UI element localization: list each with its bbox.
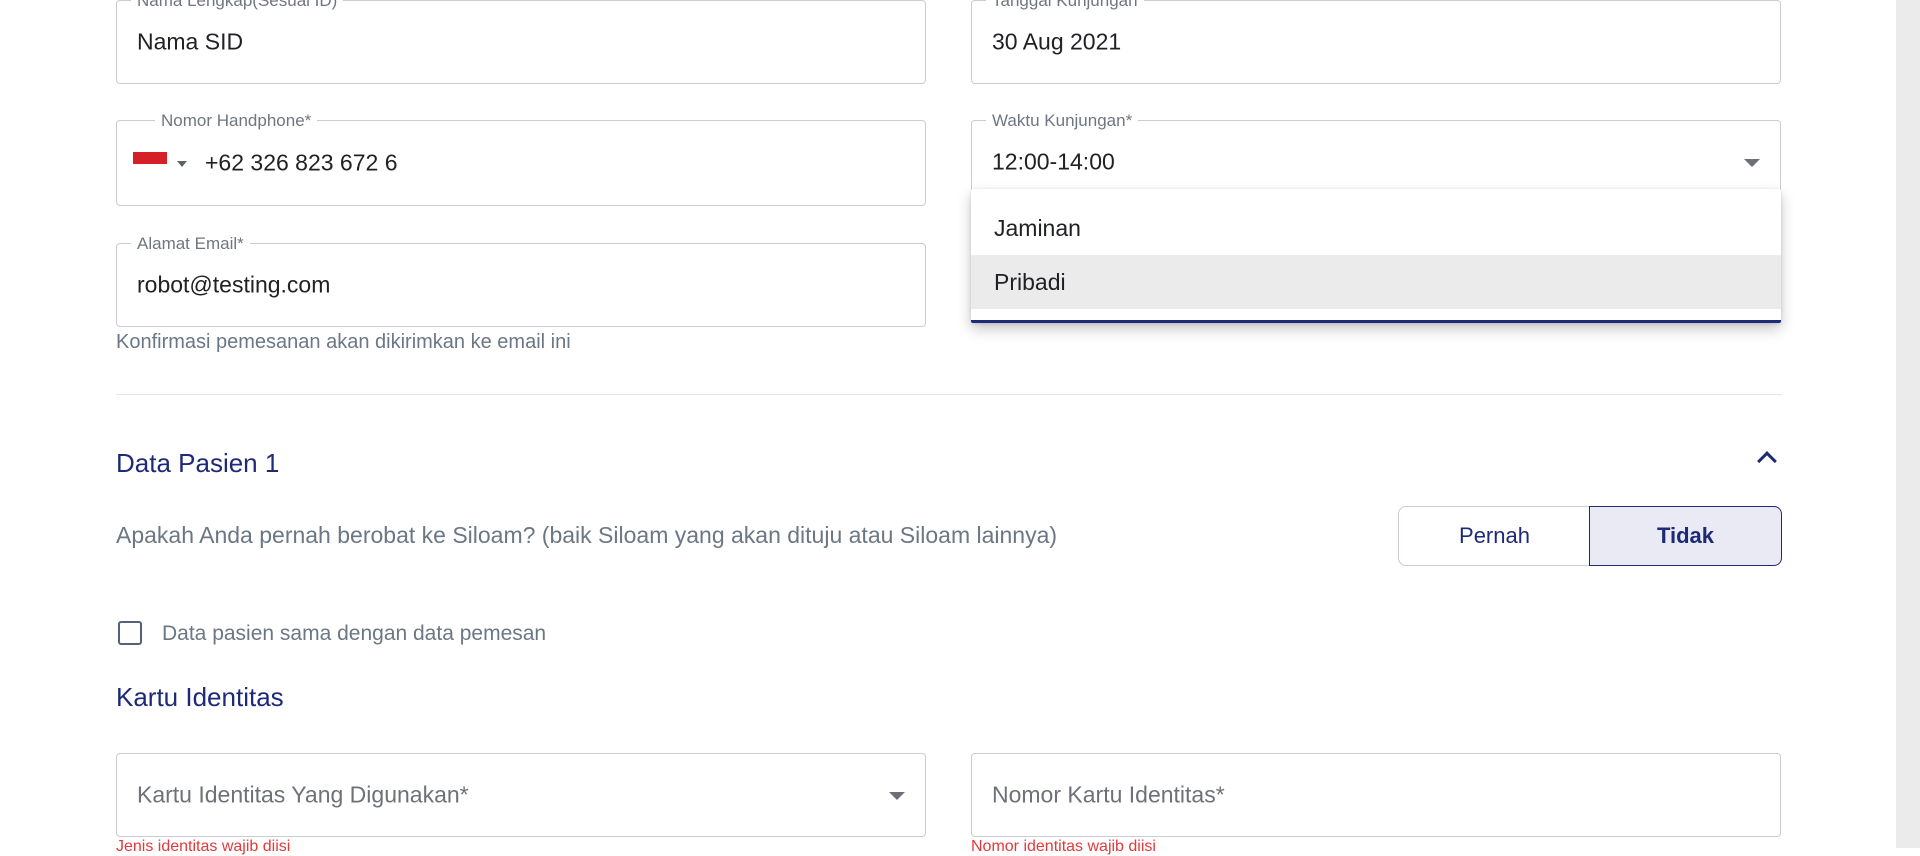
patient-section-title: Data Pasien 1 xyxy=(116,448,280,478)
full-name-value: Nama SID xyxy=(137,28,244,55)
same-data-checkbox[interactable] xyxy=(118,621,142,645)
email-helper-text: Konfirmasi pemesanan akan dikirimkan ke … xyxy=(116,331,571,353)
email-label: Alamat Email* xyxy=(131,235,250,253)
flag-indonesia-icon[interactable] xyxy=(133,152,167,176)
visited-before-question: Apakah Anda pernah berobat ke Siloam? (b… xyxy=(116,522,1058,548)
visit-time-label: Waktu Kunjungan* xyxy=(986,112,1139,130)
toggle-tidak-button[interactable]: Tidak xyxy=(1589,506,1782,566)
same-data-checkbox-label[interactable]: Data pasien sama dengan data pemesan xyxy=(162,622,546,646)
id-card-type-select[interactable]: Kartu Identitas Yang Digunakan* xyxy=(116,753,926,837)
section-divider xyxy=(116,394,1782,395)
toggle-pernah-button[interactable]: Pernah xyxy=(1398,506,1590,566)
id-card-number-placeholder: Nomor Kartu Identitas* xyxy=(992,781,1225,808)
phone-field[interactable]: Nomor Handphone* +62 326 823 672 6 xyxy=(116,112,926,206)
full-name-label: Nama Lengkap(Sesuai ID) xyxy=(131,0,344,10)
country-dropdown-caret-icon[interactable] xyxy=(177,161,187,167)
id-card-number-field[interactable]: Nomor Kartu Identitas* xyxy=(971,753,1781,837)
id-card-type-placeholder: Kartu Identitas Yang Digunakan* xyxy=(137,781,469,808)
chevron-down-icon xyxy=(1744,159,1760,167)
scrollbar-track[interactable] xyxy=(1896,0,1920,848)
visit-date-field[interactable]: Tanggal Kunjungan 30 Aug 2021 xyxy=(971,0,1781,84)
phone-value: +62 326 823 672 6 xyxy=(205,149,398,176)
id-card-section-title: Kartu Identitas xyxy=(116,682,284,712)
payment-type-dropdown-menu: Jaminan Pribadi xyxy=(971,189,1781,323)
dropdown-focus-underline xyxy=(971,320,1781,323)
id-card-type-error: Jenis identitas wajib diisi xyxy=(116,838,291,855)
phone-label: Nomor Handphone* xyxy=(155,112,318,130)
email-field[interactable]: Alamat Email* robot@testing.com xyxy=(116,235,926,327)
dropdown-option-jaminan[interactable]: Jaminan xyxy=(971,201,1781,255)
dropdown-option-pribadi[interactable]: Pribadi xyxy=(971,255,1781,309)
visit-date-value: 30 Aug 2021 xyxy=(992,28,1122,55)
full-name-field[interactable]: Nama Lengkap(Sesuai ID) Nama SID xyxy=(116,0,926,84)
visit-date-label: Tanggal Kunjungan xyxy=(986,0,1144,10)
chevron-down-icon xyxy=(889,792,905,800)
chevron-up-icon[interactable] xyxy=(1757,451,1777,471)
email-value: robot@testing.com xyxy=(137,271,331,298)
id-card-number-error: Nomor identitas wajib diisi xyxy=(971,838,1156,855)
visit-time-value: 12:00-14:00 xyxy=(992,148,1115,175)
